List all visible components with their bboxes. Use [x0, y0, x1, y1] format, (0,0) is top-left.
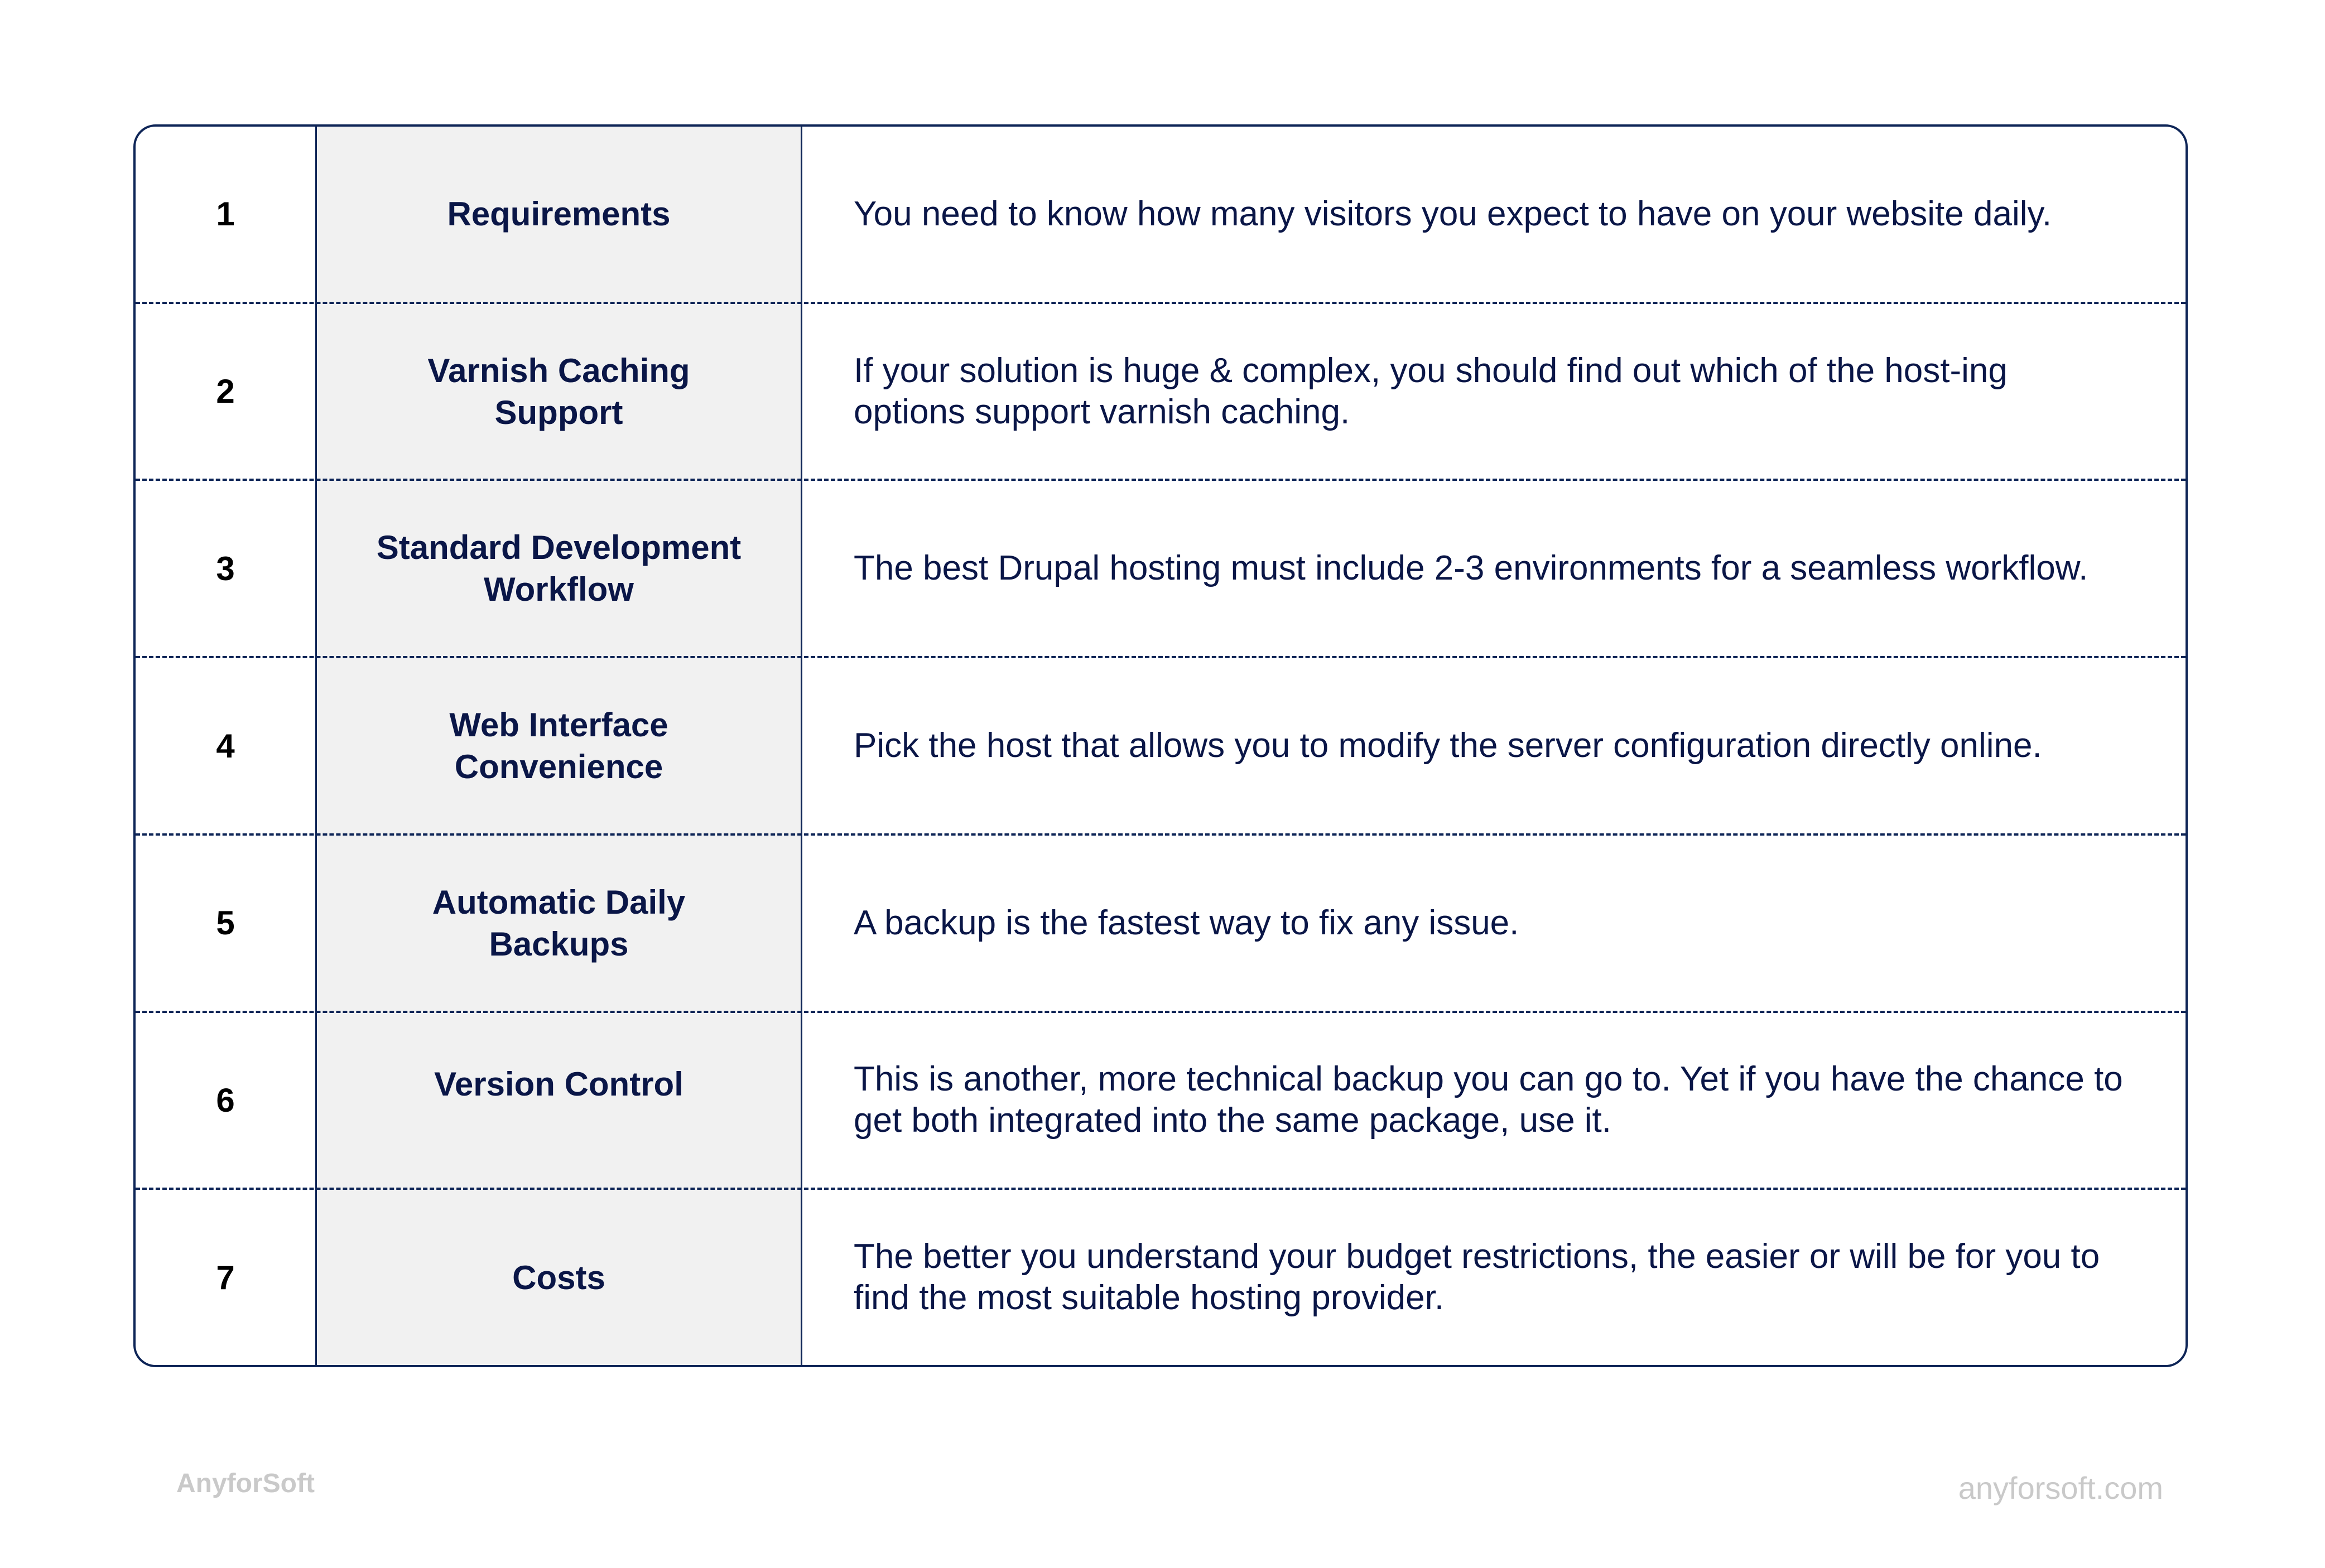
row-description: The best Drupal hosting must include 2-3… [854, 549, 2088, 588]
row-description: You need to know how many visitors you e… [854, 194, 2052, 233]
row-number: 1 [216, 195, 235, 233]
row-description: A backup is the fastest way to fix any i… [854, 903, 1519, 942]
row-title: Automatic Daily Backups [432, 883, 686, 963]
row-number: 6 [216, 1081, 235, 1119]
table-row: 6 Version Control This is another, more … [136, 1013, 2186, 1190]
table-row: 2 Varnish Caching Support If your soluti… [136, 304, 2186, 481]
table-rows: 1 Requirements You need to know how many… [136, 127, 2186, 1365]
row-title: Varnish Caching Support [427, 351, 690, 431]
row-title: Costs [512, 1258, 605, 1296]
row-number: 2 [216, 373, 235, 411]
row-description: Pick the host that allows you to modify … [854, 726, 2042, 765]
row-title: Web Interface Convenience [449, 706, 668, 786]
row-number: 4 [216, 727, 235, 765]
row-number: 7 [216, 1258, 235, 1296]
row-title: Requirements [447, 195, 671, 233]
table-row: 5 Automatic Daily Backups A backup is th… [136, 836, 2186, 1013]
table-row: 4 Web Interface Convenience Pick the hos… [136, 658, 2186, 836]
row-description: The better you understand your budget re… [854, 1237, 2100, 1318]
row-title: Standard Development Workflow [376, 529, 742, 609]
row-description: This is another, more technical backup y… [854, 1060, 2123, 1140]
row-description: If your solution is huge & complex, you … [854, 351, 2008, 431]
row-number: 5 [216, 904, 235, 942]
hosting-criteria-table: 1 Requirements You need to know how many… [133, 124, 2188, 1367]
website-url: anyforsoft.com [1958, 1470, 2163, 1506]
row-title: Version Control [434, 1065, 683, 1103]
table-row: 3 Standard Development Workflow The best… [136, 481, 2186, 659]
row-number: 3 [216, 549, 235, 587]
table-row: 1 Requirements You need to know how many… [136, 127, 2186, 304]
table-row: 7 Costs The better you understand your b… [136, 1190, 2186, 1365]
brand-logo: AnyforSoft [176, 1469, 315, 1498]
